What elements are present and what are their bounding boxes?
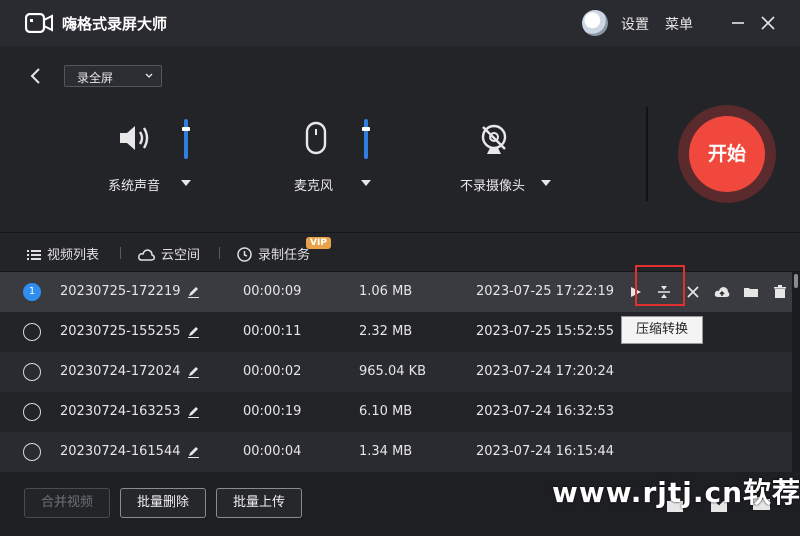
pencil-icon[interactable]	[187, 405, 200, 418]
clock-icon	[237, 247, 252, 262]
system-volume-slider[interactable]	[184, 119, 188, 159]
row-select-radio[interactable]	[23, 363, 41, 381]
recording-duration: 00:00:19	[243, 404, 302, 419]
app-title: 嗨格式录屏大师	[62, 15, 168, 33]
close-icon[interactable]	[757, 12, 779, 34]
recording-size: 2.32 MB	[359, 324, 413, 339]
tab-separator	[219, 247, 220, 259]
tab-cloud-space-label: 云空间	[161, 248, 201, 263]
table-row[interactable]: 20230724-172024 00:00:02 965.04 KB 2023-…	[0, 352, 792, 392]
mic-volume-slider[interactable]	[364, 119, 368, 159]
scrollbar-track[interactable]	[792, 272, 800, 472]
pencil-icon[interactable]	[187, 365, 200, 378]
speaker-icon[interactable]	[117, 122, 153, 154]
back-arrow-icon[interactable]	[28, 66, 44, 86]
batch-upload-button[interactable]: 批量上传	[216, 488, 302, 518]
tab-video-list[interactable]: 视频列表	[27, 244, 99, 263]
microphone-icon[interactable]	[305, 121, 327, 157]
tab-video-list-label: 视频列表	[47, 248, 100, 263]
system-sound-label: 系统声音	[108, 179, 161, 194]
vip-badge: VIP	[306, 237, 331, 249]
pencil-icon[interactable]	[187, 445, 200, 458]
system-volume-handle[interactable]	[182, 127, 190, 131]
title-bar: 嗨格式录屏大师 设置 菜单	[0, 0, 800, 46]
settings-link[interactable]: 设置	[621, 14, 649, 34]
pencil-icon[interactable]	[187, 325, 200, 338]
recording-name: 20230725-155255	[60, 324, 181, 339]
list-icon	[27, 250, 41, 260]
cloud-icon	[138, 249, 155, 261]
recording-duration: 00:00:02	[243, 364, 302, 379]
highlight-box	[635, 265, 685, 306]
minimize-icon[interactable]	[727, 12, 749, 34]
microphone-label: 麦克风	[294, 179, 334, 194]
recording-size: 1.06 MB	[359, 284, 413, 299]
row-select-radio[interactable]	[23, 443, 41, 461]
camera-label: 不录摄像头	[460, 179, 526, 194]
system-sound-dropdown[interactable]	[181, 180, 191, 186]
user-avatar[interactable]	[582, 10, 608, 36]
mic-volume-handle[interactable]	[362, 127, 370, 131]
microphone-dropdown[interactable]	[361, 180, 371, 186]
camera-dropdown[interactable]	[541, 180, 551, 186]
capture-mode-select[interactable]: 录全屏	[64, 65, 162, 87]
table-row[interactable]: 20230724-163253 00:00:19 6.10 MB 2023-07…	[0, 392, 792, 432]
recording-name: 20230724-161544	[60, 444, 181, 459]
tab-record-tasks[interactable]: 录制任务	[237, 244, 310, 263]
app-logo-icon	[25, 13, 53, 33]
start-recording-button[interactable]: 开始	[689, 116, 765, 192]
divider	[646, 107, 648, 201]
table-row[interactable]: 20230724-161544 00:00:04 1.34 MB 2023-07…	[0, 432, 792, 472]
compress-tooltip: 压缩转换	[621, 316, 703, 344]
row-select-radio[interactable]	[23, 403, 41, 421]
recording-date: 2023-07-25 17:22:19	[476, 284, 615, 299]
scrollbar-thumb[interactable]	[794, 274, 798, 288]
recording-date: 2023-07-25 15:52:55	[476, 324, 615, 339]
recording-size: 1.34 MB	[359, 444, 413, 459]
recording-name: 20230724-163253	[60, 404, 181, 419]
capture-mode-value: 录全屏	[77, 71, 114, 85]
recording-date: 2023-07-24 16:32:53	[476, 404, 615, 419]
tab-separator	[120, 247, 121, 259]
recording-duration: 00:00:09	[243, 284, 302, 299]
watermark-text: www.rjtj.cn软荐网	[552, 476, 800, 509]
recording-name: 20230725-172219	[60, 284, 181, 299]
row-select-radio[interactable]: 1	[23, 283, 41, 301]
batch-delete-button[interactable]: 批量删除	[120, 488, 206, 518]
recording-date: 2023-07-24 17:20:24	[476, 364, 615, 379]
recording-name: 20230724-172024	[60, 364, 181, 379]
camera-off-icon[interactable]	[479, 124, 509, 156]
row-select-radio[interactable]	[23, 323, 41, 341]
tab-cloud-space[interactable]: 云空间	[138, 244, 200, 263]
pencil-icon[interactable]	[187, 285, 200, 298]
chevron-down-icon	[145, 73, 153, 78]
tab-record-tasks-label: 录制任务	[258, 248, 311, 263]
recording-duration: 00:00:04	[243, 444, 302, 459]
folder-icon[interactable]	[743, 284, 759, 300]
recording-date: 2023-07-24 16:15:44	[476, 444, 615, 459]
recording-size: 6.10 MB	[359, 404, 413, 419]
cloud-upload-icon[interactable]	[714, 284, 730, 300]
recording-size: 965.04 KB	[359, 364, 427, 379]
trash-icon[interactable]	[772, 284, 788, 300]
cut-icon[interactable]	[685, 284, 701, 300]
recording-duration: 00:00:11	[243, 324, 302, 339]
merge-videos-button[interactable]: 合并视频	[24, 488, 110, 518]
menu-link[interactable]: 菜单	[665, 14, 693, 34]
